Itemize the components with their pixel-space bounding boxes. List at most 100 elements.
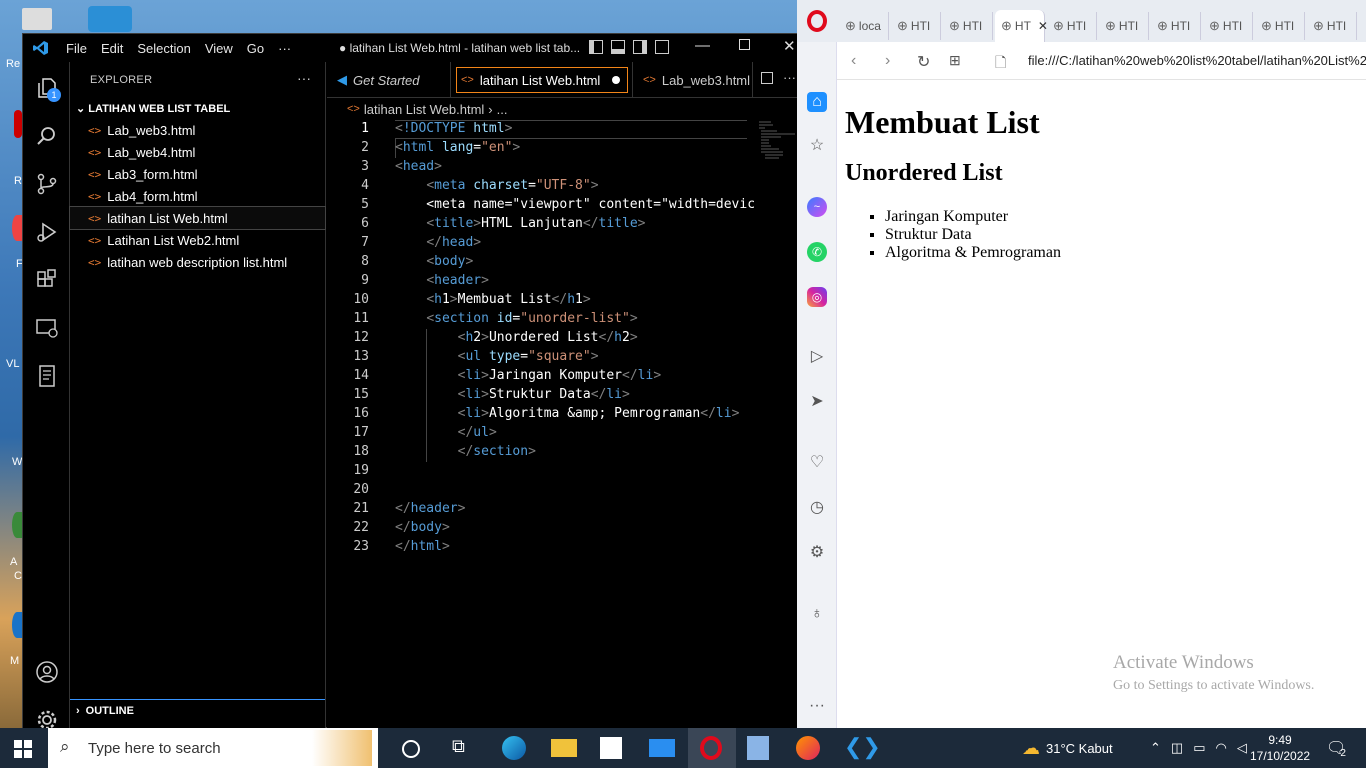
browser-tab[interactable]: ⊕ HTI: [1255, 12, 1305, 40]
code-editor[interactable]: 1 <!DOCTYPE html> 2 <html lang="en"> 3 <head>…: [327, 120, 801, 729]
tab-get-started[interactable]: ◀ Get Started: [327, 62, 451, 98]
toggle-secondary-sidebar-icon[interactable]: [633, 40, 647, 54]
search-icon[interactable]: [35, 124, 59, 148]
browser-tab[interactable]: ⊕ HTI: [1151, 12, 1201, 40]
vscode-taskbar-icon[interactable]: ❮❯: [844, 734, 881, 759]
volume-icon[interactable]: ◁: [1237, 740, 1247, 756]
file-item[interactable]: <> Lab3_form.html: [70, 163, 325, 185]
hardware-icon[interactable]: ◫: [1171, 740, 1183, 756]
menu-selection[interactable]: Selection: [130, 41, 197, 56]
unsaved-dot-icon[interactable]: [612, 76, 621, 84]
send-icon[interactable]: ➤: [807, 392, 827, 412]
file-item[interactable]: <> Latihan List Web2.html: [70, 229, 325, 251]
chevron-up-icon[interactable]: ⌃: [1150, 740, 1161, 756]
tabs-grid-icon[interactable]: ⊞: [949, 52, 961, 69]
url-field[interactable]: file:///C:/latihan%20web%20list%20tabel/…: [1028, 53, 1366, 68]
explorer-icon[interactable]: 1: [35, 76, 61, 102]
home-icon[interactable]: ⌂: [807, 92, 827, 112]
app-icon[interactable]: [12, 512, 22, 538]
notes-icon[interactable]: [35, 364, 59, 388]
maximize-button[interactable]: [739, 39, 750, 50]
browser-tab[interactable]: ⊕ HTI: [1099, 12, 1149, 40]
toggle-panel-icon[interactable]: [611, 40, 625, 54]
menu-file[interactable]: File: [59, 41, 94, 56]
file-item[interactable]: <> Lab_web3.html: [70, 119, 325, 141]
mail-icon[interactable]: [649, 739, 675, 757]
line-number: 12: [353, 330, 369, 345]
customize-layout-icon[interactable]: [655, 40, 669, 54]
firefox-icon[interactable]: [796, 736, 820, 760]
file-item[interactable]: <> Lab_web4.html: [70, 141, 325, 163]
instagram-icon[interactable]: ◎: [807, 287, 827, 307]
remote-explorer-icon[interactable]: [35, 316, 59, 340]
code-line: <head>: [395, 159, 442, 174]
windows-start-icon[interactable]: [14, 740, 32, 758]
bookmark-icon[interactable]: ☆: [807, 136, 827, 156]
minimap[interactable]: [757, 120, 797, 164]
file-item[interactable]: <> Lab4_form.html: [70, 185, 325, 207]
history-icon[interactable]: ◷: [807, 498, 827, 518]
globe-icon: ⊕: [949, 18, 960, 33]
forward-icon[interactable]: ›: [885, 52, 890, 70]
heart-icon[interactable]: ♡: [807, 453, 827, 473]
minimize-button[interactable]: —: [695, 37, 710, 54]
tab-lab-web3[interactable]: <> Lab_web3.html: [633, 62, 753, 98]
app-icon[interactable]: [12, 215, 22, 241]
split-editor-icon[interactable]: [761, 72, 773, 84]
account-icon[interactable]: [35, 660, 59, 684]
settings-gear-icon[interactable]: ⚙: [807, 543, 827, 563]
opera-taskbar-button[interactable]: [688, 728, 736, 768]
taskbar-search[interactable]: ⌕ Type here to search: [48, 728, 378, 768]
close-window-button[interactable]: ✕: [783, 37, 796, 55]
file-item-active[interactable]: <> latihan List Web.html: [69, 206, 326, 230]
browser-tab[interactable]: ⊕ HTI: [1307, 12, 1357, 40]
app-icon[interactable]: [14, 110, 22, 138]
browser-tab[interactable]: ⊕ loca: [839, 12, 889, 40]
messenger-icon[interactable]: ~: [807, 197, 827, 217]
browser-tab[interactable]: ⊕ HTI: [1203, 12, 1253, 40]
explorer-more-icon[interactable]: ···: [297, 70, 311, 86]
cortana-icon[interactable]: [402, 740, 420, 758]
browser-tab[interactable]: ⊕ HTI: [891, 12, 941, 40]
task-view-icon[interactable]: ⧉: [452, 736, 478, 760]
toggle-sidebar-icon[interactable]: [589, 40, 603, 54]
lightbulb-icon[interactable]: ♁: [807, 604, 827, 624]
photos-icon[interactable]: [747, 736, 769, 760]
line-number: 1: [361, 121, 369, 136]
wifi-icon[interactable]: ◠: [1216, 740, 1227, 756]
menu-edit[interactable]: Edit: [94, 41, 130, 56]
file-explorer-icon[interactable]: [551, 739, 577, 757]
notification-center-icon[interactable]: 🗨 2: [1326, 728, 1346, 768]
store-icon[interactable]: [600, 737, 622, 759]
player-icon[interactable]: ▷: [807, 347, 827, 367]
browser-sidebar: ⌂ ☆ ~ ✆ ◎ ▷ ➤ ♡ ◷ ⚙ ♁ ···: [797, 42, 837, 728]
breadcrumb-more[interactable]: ...: [497, 102, 508, 117]
extensions-icon[interactable]: [35, 268, 59, 292]
back-icon[interactable]: ‹: [851, 52, 856, 70]
menu-go[interactable]: Go: [240, 41, 271, 56]
run-debug-icon[interactable]: [35, 220, 59, 244]
outline-section[interactable]: › OUTLINE: [70, 699, 325, 721]
tab-latihan-list-web[interactable]: <> latihan List Web.html: [451, 62, 633, 98]
reload-icon[interactable]: ↻: [917, 52, 930, 72]
recycle-bin-icon[interactable]: [22, 8, 52, 30]
folder-header[interactable]: ⌄ LATIHAN WEB LIST TABEL: [76, 102, 230, 115]
browser-tab[interactable]: ⊕ HTI: [1047, 12, 1097, 40]
vscode-desktop-icon[interactable]: [88, 6, 132, 32]
clock[interactable]: 9:49 17/10/2022: [1250, 728, 1310, 768]
file-item[interactable]: <> latihan web description list.html: [70, 251, 325, 273]
breadcrumb-file[interactable]: latihan List Web.html: [364, 102, 484, 117]
browser-tab-active[interactable]: ⊕ HT ✕: [995, 10, 1048, 42]
browser-tab[interactable]: ⊕ HTI: [943, 12, 993, 40]
opera-logo-icon[interactable]: [807, 10, 827, 32]
app-icon[interactable]: [12, 612, 22, 638]
edge-icon[interactable]: [502, 736, 526, 760]
weather-widget[interactable]: ☁ 31°C Kabut: [1022, 728, 1113, 768]
whatsapp-icon[interactable]: ✆: [807, 242, 827, 262]
source-control-icon[interactable]: [35, 172, 59, 196]
more-icon[interactable]: ···: [807, 696, 827, 716]
battery-icon[interactable]: ▭: [1193, 740, 1205, 756]
menu-view[interactable]: View: [198, 41, 240, 56]
editor-more-icon[interactable]: ···: [783, 70, 796, 85]
menu-more[interactable]: ···: [271, 41, 298, 56]
